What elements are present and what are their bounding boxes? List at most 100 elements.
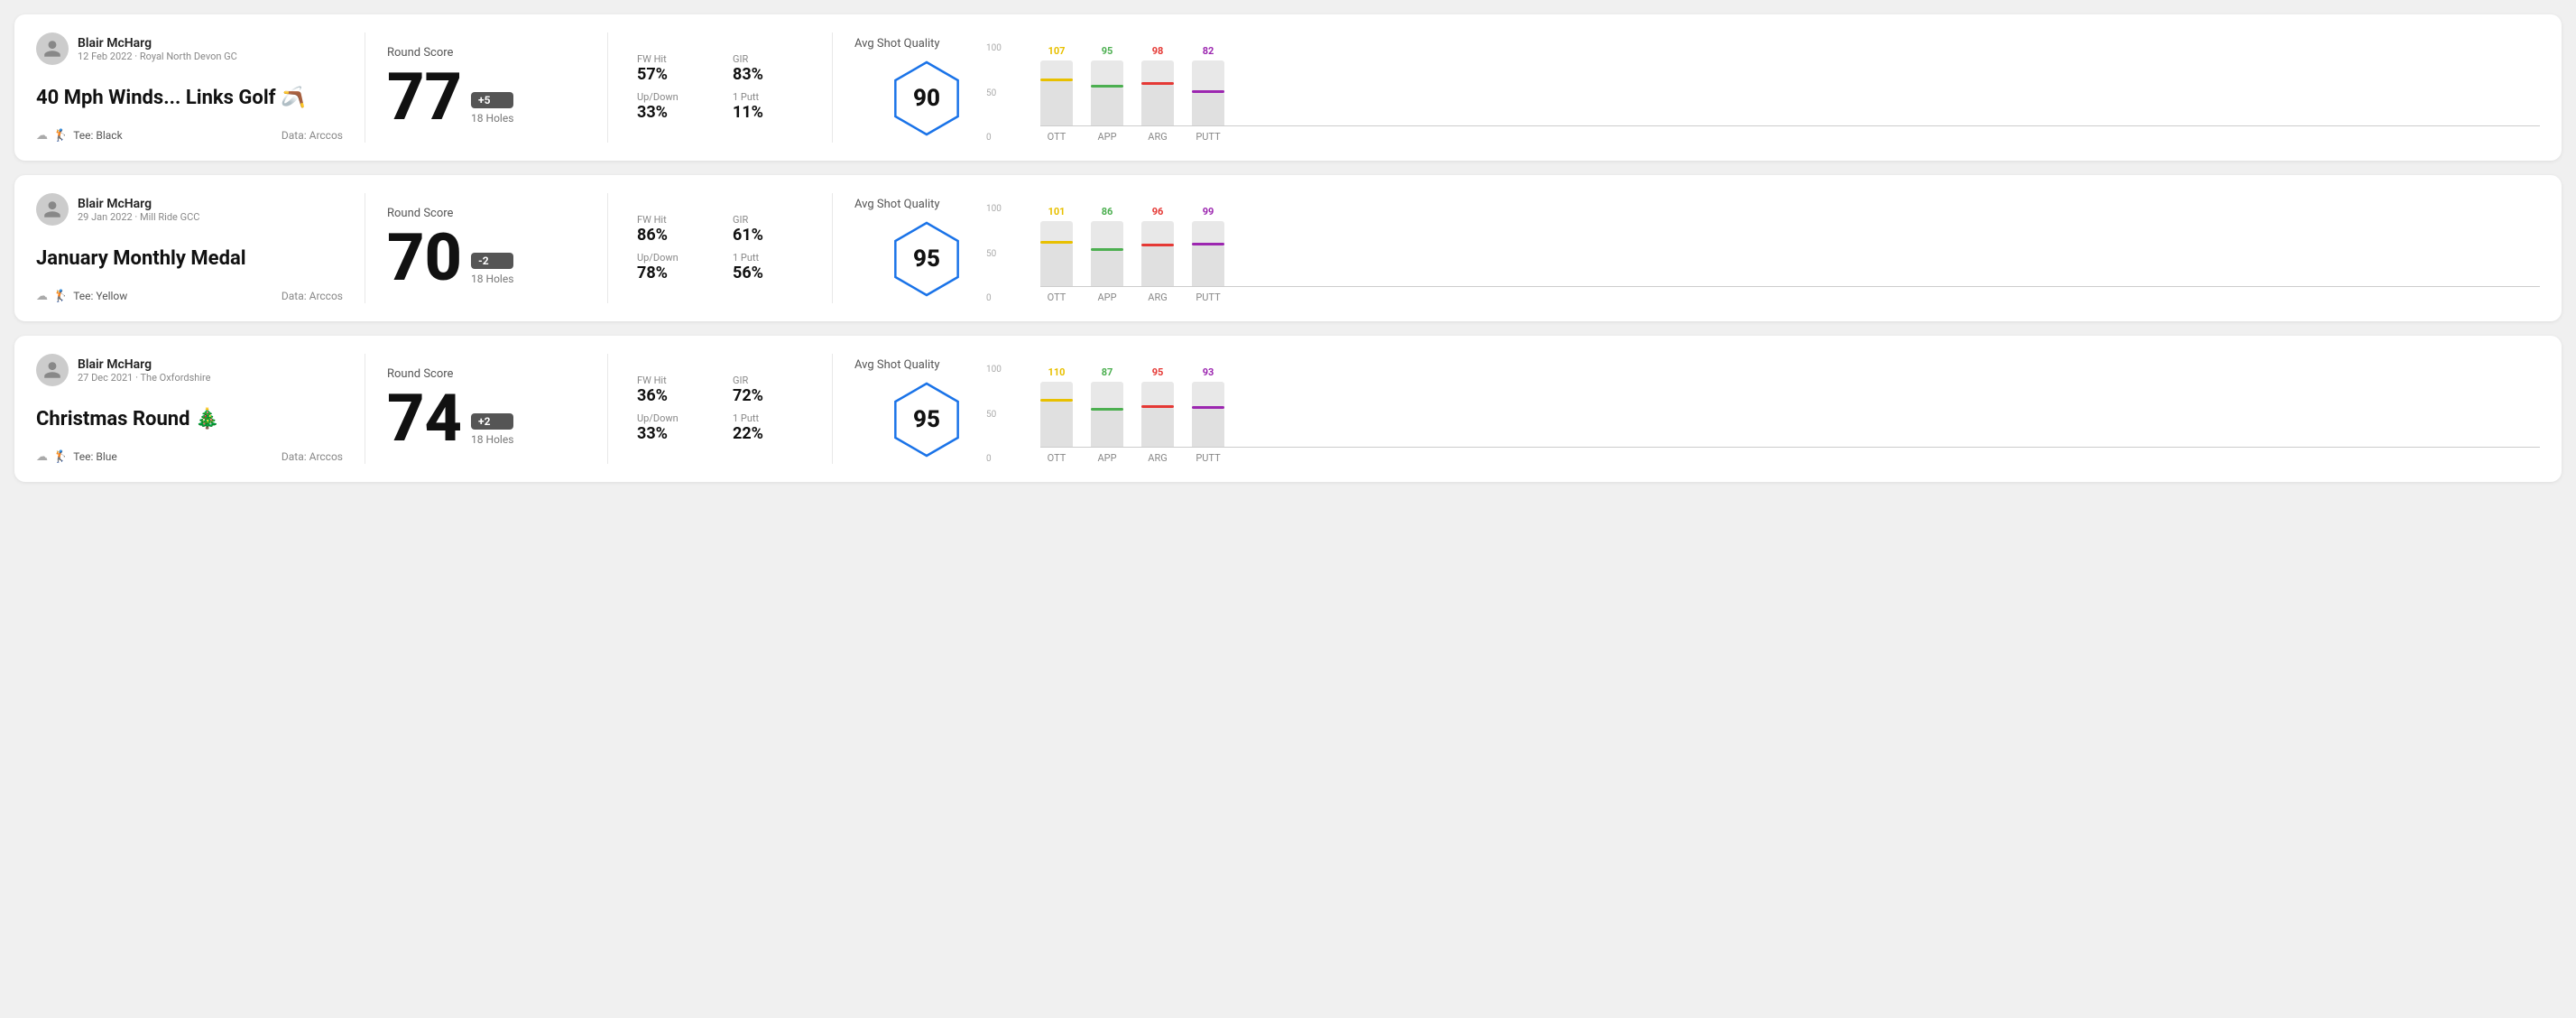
bar-fill (1141, 408, 1174, 447)
bar-line (1040, 399, 1073, 402)
score-badge: +5 (471, 92, 513, 108)
bar-line (1091, 248, 1123, 251)
quality-label: Avg Shot Quality (854, 198, 940, 211)
score-row: 77 +5 18 Holes (387, 65, 586, 130)
bar-fill (1040, 402, 1073, 447)
chart-y-axis: 100500 (986, 204, 1002, 303)
score-number: 77 (387, 65, 462, 130)
data-source: Data: Arccos (282, 290, 343, 302)
stat-value-fw-hit: 86% (637, 226, 715, 245)
bar-label: ARG (1148, 292, 1167, 303)
stat-label-updown: Up/Down (637, 252, 715, 264)
card-score-section: Round Score 70-218 Holes (387, 193, 586, 303)
stat-label-fw-hit: FW Hit (637, 214, 715, 226)
bar-line (1141, 244, 1174, 246)
divider-3 (832, 32, 833, 143)
card-footer: ☁ 🏌 Tee: Blue Data: Arccos (36, 450, 343, 464)
bar-wrapper (1040, 221, 1073, 286)
stat-value-gir: 83% (733, 65, 810, 84)
user-text: Blair McHarg12 Feb 2022 · Royal North De… (78, 36, 237, 62)
round-score-label: Round Score (387, 207, 586, 220)
user-text: Blair McHarg29 Jan 2022 · Mill Ride GCC (78, 197, 199, 223)
bar-value: 98 (1152, 45, 1164, 57)
card-chart: 100500101OTT86APP96ARG99PUTT (999, 193, 2540, 303)
person-icon (42, 39, 62, 59)
card-left-round2: Blair McHarg29 Jan 2022 · Mill Ride GCCJ… (36, 193, 343, 303)
chart-container: 100500110OTT87APP95ARG93PUTT (1013, 365, 2540, 464)
bar-label: ARG (1148, 452, 1167, 464)
badge-holes: -218 Holes (471, 253, 513, 285)
score-row: 74+218 Holes (387, 386, 586, 451)
bar-wrapper (1040, 382, 1073, 447)
stat-gir: GIR72% (733, 375, 810, 405)
bar-value: 107 (1048, 45, 1066, 57)
bar-value: 99 (1203, 206, 1214, 217)
divider-2 (607, 193, 608, 303)
bar-value: 82 (1203, 45, 1214, 57)
bar-label: APP (1097, 131, 1116, 143)
stat-fw-hit: FW Hit36% (637, 375, 715, 405)
round-title: Christmas Round 🎄 (36, 408, 343, 431)
card-quality: Avg Shot Quality 95 (854, 354, 999, 464)
stats-grid: FW Hit57%GIR83%Up/Down33%1 Putt11% (637, 53, 810, 122)
weather-icon: ☁ (36, 450, 48, 464)
bar-value: 96 (1152, 206, 1164, 217)
stat-updown: Up/Down33% (637, 91, 715, 122)
chart-container: 100500107OTT95APP98ARG82PUTT (1013, 43, 2540, 143)
bar-group-app: 86APP (1091, 206, 1123, 303)
stat-fw-hit: FW Hit57% (637, 53, 715, 84)
stat-updown: Up/Down78% (637, 252, 715, 282)
person-icon (42, 360, 62, 380)
bar-label: OTT (1048, 131, 1066, 143)
quality-score: 90 (913, 85, 940, 112)
bar-label: APP (1097, 452, 1116, 464)
stat-label-gir: GIR (733, 53, 810, 65)
card-quality: Avg Shot Quality 95 (854, 193, 999, 303)
stat-value-fw-hit: 36% (637, 386, 715, 405)
tee-info: ☁ 🏌 Tee: Black (36, 129, 123, 143)
round-card-round3: Blair McHarg27 Dec 2021 · The Oxfordshir… (14, 336, 2562, 482)
chart-area: 101OTT86APP96ARG99PUTT (1040, 204, 2540, 303)
chart-area: 107OTT95APP98ARG82PUTT (1040, 43, 2540, 143)
bar-fill (1040, 244, 1073, 286)
card-stats: FW Hit86%GIR61%Up/Down78%1 Putt56% (630, 193, 810, 303)
stat-value-fw-hit: 57% (637, 65, 715, 84)
bar-group-arg: 95ARG (1141, 366, 1174, 464)
card-quality: Avg Shot Quality 90 (854, 32, 999, 143)
bar-wrapper (1091, 382, 1123, 447)
user-name: Blair McHarg (78, 36, 237, 51)
score-row: 70-218 Holes (387, 226, 586, 291)
data-source: Data: Arccos (282, 129, 343, 142)
y-label: 100 (986, 365, 1002, 375)
stat-label-gir: GIR (733, 375, 810, 386)
holes-label: 18 Holes (471, 112, 513, 125)
stat-value-oneputt: 22% (733, 424, 810, 443)
bar-group-putt: 93PUTT (1192, 366, 1224, 464)
y-label: 0 (986, 133, 1002, 143)
card-footer: ☁ 🏌 Tee: Yellow Data: Arccos (36, 290, 343, 303)
bar-label: OTT (1048, 452, 1066, 464)
bar-line (1040, 241, 1073, 244)
user-info: Blair McHarg29 Jan 2022 · Mill Ride GCC (36, 193, 343, 226)
user-text: Blair McHarg27 Dec 2021 · The Oxfordshir… (78, 357, 210, 384)
bar-value: 87 (1102, 366, 1113, 378)
user-name: Blair McHarg (78, 197, 199, 211)
bar-line (1192, 90, 1224, 93)
round-card-round1: Blair McHarg12 Feb 2022 · Royal North De… (14, 14, 2562, 161)
data-source: Data: Arccos (282, 450, 343, 463)
bar-value: 101 (1048, 206, 1066, 217)
bar-value: 95 (1102, 45, 1113, 57)
stat-label-fw-hit: FW Hit (637, 53, 715, 65)
bar-wrapper (1192, 60, 1224, 125)
stat-value-updown: 78% (637, 264, 715, 282)
bar-value: 86 (1102, 206, 1113, 217)
divider-2 (607, 32, 608, 143)
divider-2 (607, 354, 608, 464)
bar-wrapper (1141, 221, 1174, 286)
bar-label: PUTT (1196, 131, 1220, 143)
person-icon (42, 199, 62, 219)
divider-3 (832, 354, 833, 464)
holes-label: 18 Holes (471, 273, 513, 285)
bar-line (1040, 79, 1073, 81)
bar-value: 110 (1048, 366, 1066, 378)
